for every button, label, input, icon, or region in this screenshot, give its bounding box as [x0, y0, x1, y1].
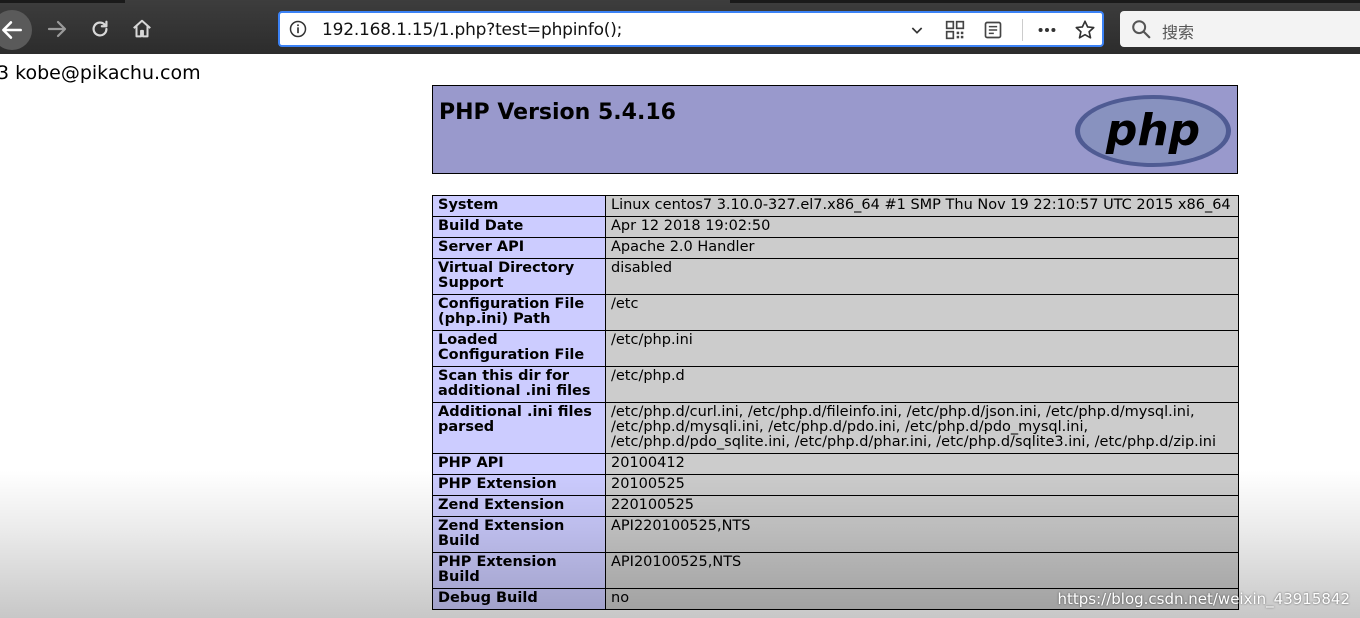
url-text[interactable]: 192.168.1.15/1.php?test=phpinfo(); [322, 20, 622, 40]
search-box[interactable]: 搜索 [1120, 11, 1360, 47]
table-row: Build Date Apr 12 2018 19:02:50 [432, 216, 1239, 238]
table-row: Configuration File (php.ini) Path/etc [432, 294, 1239, 331]
row-key: Scan this dir for additional .ini files [432, 366, 606, 403]
reload-icon [92, 20, 108, 37]
star-icon[interactable] [1074, 19, 1096, 41]
row-value: /etc/php.ini [605, 330, 1239, 367]
row-value: disabled [605, 258, 1239, 295]
back-icon [2, 21, 22, 39]
row-value: API220100525,NTS [605, 516, 1239, 553]
row-value: Apache 2.0 Handler [605, 237, 1239, 259]
tab-strip-segment [730, 0, 1360, 3]
row-value: 20100412 [605, 453, 1239, 475]
page-title: PHP Version 5.4.16 [439, 100, 676, 125]
table-row: Zend Extension Build API220100525,NTS [432, 516, 1239, 553]
home-icon [133, 19, 151, 38]
watermark: https://blog.csdn.net/weixin_43915842 [1057, 590, 1350, 608]
row-key: PHP API [432, 453, 606, 475]
table-row: Server API Apache 2.0 Handler [432, 237, 1239, 259]
php-logo: php [1075, 95, 1231, 167]
browser-toolbar: 192.168.1.15/1.php?test=phpinfo(); 搜索 [0, 0, 1360, 54]
table-row: PHP Extension 20100525 [432, 474, 1239, 496]
search-icon [1130, 18, 1152, 45]
table-row: System Linux centos7 3.10.0-327.el7.x86_6… [432, 195, 1239, 217]
tab-strip-segment [0, 0, 125, 3]
row-value: API20100525,NTS [605, 552, 1239, 589]
row-value: Apr 12 2018 19:02:50 [605, 216, 1239, 238]
reload-button[interactable] [81, 10, 119, 48]
table-row: Virtual Directory Support disabled [432, 258, 1239, 295]
forward-icon [47, 20, 67, 38]
table-row: Zend Extension 220100525 [432, 495, 1239, 517]
row-value: /etc/php.d/curl.ini, /etc/php.d/fileinfo… [605, 402, 1239, 454]
row-key: Additional .ini files parsed [432, 402, 606, 454]
row-key: PHP Extension Build [432, 552, 606, 589]
svg-text:php: php [1105, 105, 1200, 156]
row-key: Server API [432, 237, 606, 259]
info-icon[interactable] [288, 19, 308, 44]
more-icon[interactable] [1036, 19, 1058, 41]
phpinfo-table: System Linux centos7 3.10.0-327.el7.x86_6… [432, 195, 1239, 610]
row-key: PHP Extension [432, 474, 606, 496]
row-value: Linux centos7 3.10.0-327.el7.x86_64 #1 S… [605, 195, 1239, 217]
table-row: PHP Extension Build API20100525,NTS [432, 552, 1239, 589]
home-button[interactable] [123, 10, 161, 48]
row-key: Build Date [432, 216, 606, 238]
email-output: 3 kobe@pikachu.com [0, 62, 201, 84]
row-key: Zend Extension Build [432, 516, 606, 553]
table-row: Loaded Configuration File/etc/php.ini [432, 330, 1239, 367]
table-row: PHP API 20100412 [432, 453, 1239, 475]
row-value: 20100525 [605, 474, 1239, 496]
row-key: Debug Build [432, 588, 606, 610]
qr-code-icon[interactable] [944, 19, 966, 41]
row-key: Loaded Configuration File [432, 330, 606, 367]
back-button[interactable] [0, 10, 32, 50]
reader-view-icon[interactable] [982, 19, 1004, 41]
row-value: /etc [605, 294, 1239, 331]
phpinfo-header: PHP Version 5.4.16 php [432, 85, 1238, 174]
row-key: System [432, 195, 606, 217]
table-row: Scan this dir for additional .ini files /… [432, 366, 1239, 403]
table-row: Additional .ini files parsed/etc/php.d/c… [432, 402, 1239, 454]
address-bar[interactable]: 192.168.1.15/1.php?test=phpinfo(); [278, 11, 1104, 47]
row-key: Virtual Directory Support [432, 258, 606, 295]
chevron-down-icon[interactable] [906, 19, 928, 41]
row-key: Zend Extension [432, 495, 606, 517]
row-key: Configuration File (php.ini) Path [432, 294, 606, 331]
forward-button[interactable] [38, 10, 76, 48]
row-value: 220100525 [605, 495, 1239, 517]
search-placeholder: 搜索 [1162, 23, 1195, 42]
row-value: /etc/php.d [605, 366, 1239, 403]
divider [1022, 19, 1023, 41]
